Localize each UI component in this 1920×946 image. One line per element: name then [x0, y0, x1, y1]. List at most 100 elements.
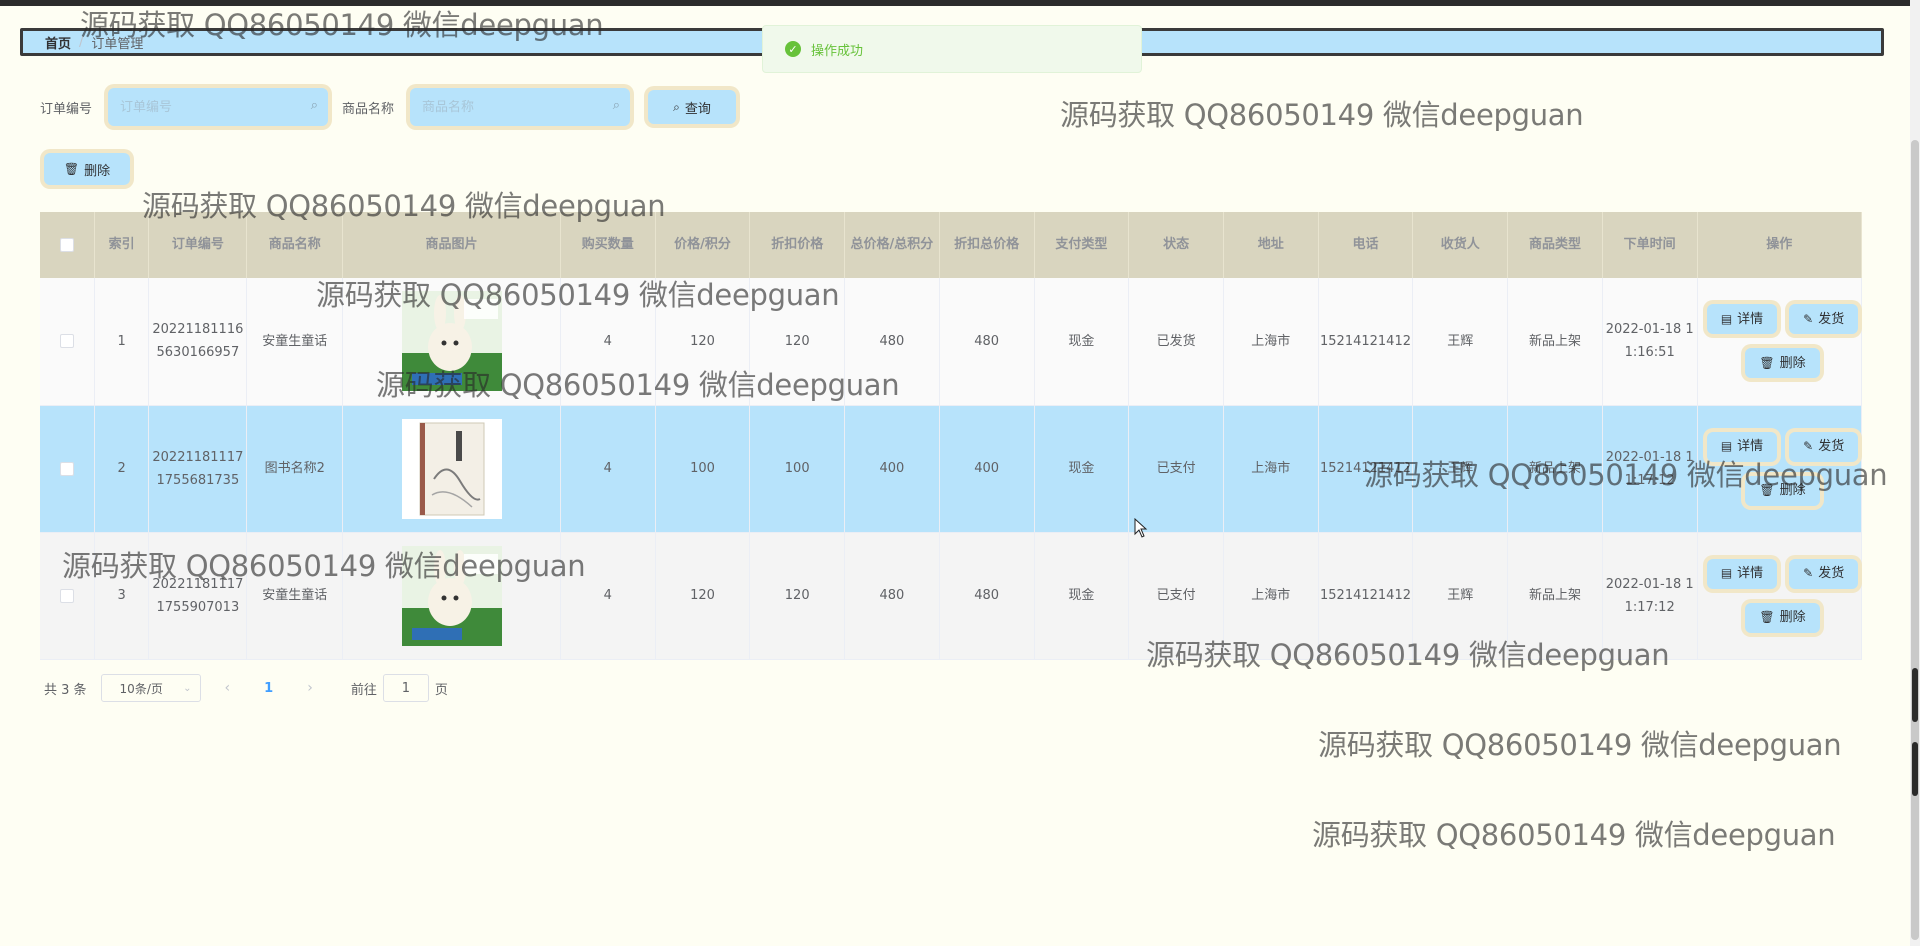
- detail-button[interactable]: ▤ 详情: [1706, 431, 1778, 462]
- row-total: 480: [844, 532, 940, 660]
- row-checkbox[interactable]: [59, 334, 74, 349]
- row-total: 400: [844, 405, 940, 533]
- header-order-no: 订单编号: [148, 212, 248, 278]
- row-product-type: 新品上架: [1507, 278, 1603, 406]
- row-phone: 15214121412: [1318, 532, 1414, 660]
- header-quantity: 购买数量: [560, 212, 656, 278]
- product-image[interactable]: [401, 418, 502, 519]
- chevron-down-icon: ⌄: [183, 682, 192, 694]
- row-total: 480: [844, 278, 940, 406]
- header-actions: 操作: [1697, 212, 1863, 278]
- detail-button[interactable]: ▤ 详情: [1706, 558, 1778, 589]
- table-row[interactable]: 1 202211811165630166957 安童生童话 4 120 120 480 480…: [40, 278, 1863, 406]
- select-all-checkbox[interactable]: [59, 237, 74, 252]
- product-name-search-icon: ⌕: [612, 98, 621, 113]
- ship-button-label: 发货: [1818, 311, 1845, 327]
- header-discount-price: 折扣价格: [749, 212, 846, 278]
- pagination-total: 共 3 条: [44, 682, 87, 698]
- side-tab-2[interactable]: [1912, 742, 1918, 796]
- row-order-no: 202211811171755907013: [148, 532, 248, 660]
- row-address: 上海市: [1223, 278, 1319, 406]
- page-number-current[interactable]: 1: [264, 681, 273, 696]
- trash-icon: 🗑: [1759, 355, 1775, 370]
- ship-button[interactable]: ✎ 发货: [1789, 558, 1859, 589]
- header-payment-type: 支付类型: [1034, 212, 1130, 278]
- row-quantity: 4: [560, 405, 656, 533]
- row-index: 3: [94, 532, 150, 660]
- row-receiver: 王辉: [1412, 278, 1509, 406]
- ship-button-label: 发货: [1818, 439, 1845, 454]
- order-no-field[interactable]: ⌕: [108, 88, 329, 126]
- side-tab-1[interactable]: [1912, 668, 1918, 722]
- header-status: 状态: [1128, 212, 1224, 278]
- next-page-button[interactable]: ›: [307, 680, 313, 696]
- product-name-input[interactable]: [422, 99, 619, 115]
- table-row[interactable]: 3 202211811171755907013 安童生童话 4 120 120 480 480…: [40, 532, 1863, 660]
- goto-page-input[interactable]: 1: [382, 674, 429, 702]
- orders-table: 索引 订单编号 商品名称 商品图片 购买数量 价格/积分 折扣价格 总价格/总积…: [40, 212, 1863, 660]
- vertical-scrollbar[interactable]: [1910, 0, 1920, 946]
- trash-icon: 🗑: [63, 162, 80, 176]
- search-icon: ⌕: [673, 99, 680, 114]
- detail-button[interactable]: ▤ 详情: [1706, 304, 1778, 335]
- order-no-label: 订单编号: [40, 101, 93, 117]
- watermark-text: 源码获取 QQ86050149 微信deepguan: [1312, 818, 1836, 852]
- batch-delete-label: 删除: [84, 163, 111, 179]
- page-size-select[interactable]: 10条/页 ⌄: [100, 674, 201, 702]
- header-order-time: 下单时间: [1602, 212, 1698, 278]
- row-product-name: 安童生童话: [246, 278, 344, 406]
- scrollbar-thumb[interactable]: [1911, 140, 1919, 940]
- row-status: 已发货: [1128, 278, 1224, 406]
- search-button-label: 查询: [684, 101, 711, 117]
- row-discount-price: 100: [749, 405, 846, 533]
- row-checkbox[interactable]: [59, 461, 74, 476]
- row-order-no: 202211811171755681735: [148, 405, 248, 533]
- watermark-text: 源码获取 QQ86050149 微信deepguan: [1060, 98, 1584, 132]
- product-image[interactable]: [401, 545, 502, 646]
- row-delete-label: 删除: [1779, 355, 1806, 371]
- row-select[interactable]: [40, 532, 95, 660]
- edit-icon: ✎: [1803, 311, 1814, 326]
- window-top-bar: [0, 0, 1920, 6]
- table-row[interactable]: 2 202211811171755681735 图书名称2 4 100 100 400 400…: [40, 405, 1863, 533]
- breadcrumb-home[interactable]: 首页: [45, 33, 71, 52]
- row-receiver: 王辉: [1412, 405, 1509, 533]
- header-phone: 电话: [1318, 212, 1414, 278]
- product-image[interactable]: [401, 291, 502, 392]
- batch-delete-button[interactable]: 🗑 删除: [44, 153, 130, 185]
- document-icon: ▤: [1720, 439, 1733, 453]
- ship-button[interactable]: ✎ 发货: [1789, 304, 1859, 335]
- row-discount-price: 120: [749, 532, 846, 660]
- edit-icon: ✎: [1803, 439, 1814, 453]
- row-checkbox[interactable]: [59, 588, 74, 603]
- toast-message: 操作成功: [811, 43, 864, 59]
- row-payment-type: 现金: [1034, 405, 1130, 533]
- search-button[interactable]: ⌕ 查询: [648, 90, 737, 124]
- row-delete-button[interactable]: 🗑 删除: [1745, 348, 1820, 379]
- row-phone: 15214121412: [1318, 278, 1414, 406]
- header-product-type: 商品类型: [1507, 212, 1603, 278]
- header-receiver: 收货人: [1412, 212, 1509, 278]
- row-select[interactable]: [40, 278, 95, 406]
- row-order-time: 2022-01-18 11:16:51: [1602, 278, 1698, 406]
- row-select[interactable]: [40, 405, 95, 533]
- detail-button-label: 详情: [1737, 311, 1764, 327]
- table-header-row: 索引 订单编号 商品名称 商品图片 购买数量 价格/积分 折扣价格 总价格/总积…: [40, 212, 1863, 278]
- trash-icon: 🗑: [1759, 610, 1775, 624]
- row-discount-total: 480: [939, 532, 1035, 660]
- row-product-image: [342, 405, 561, 533]
- row-order-time: 2022-01-18 11:17:12: [1602, 405, 1698, 533]
- header-select-all[interactable]: [40, 212, 95, 278]
- row-delete-label: 删除: [1779, 483, 1806, 498]
- row-actions: ▤ 详情 ✎ 发货 🗑 删除: [1697, 278, 1863, 406]
- product-name-field[interactable]: ⌕: [410, 88, 631, 126]
- ship-button[interactable]: ✎ 发货: [1789, 431, 1859, 462]
- search-bar: 订单编号 ⌕ 商品名称 ⌕ ⌕ 查询: [40, 88, 737, 126]
- order-no-input[interactable]: [120, 99, 317, 115]
- header-discount-total: 折扣总价格: [939, 212, 1035, 278]
- detail-button-label: 详情: [1737, 566, 1764, 581]
- prev-page-button[interactable]: ‹: [225, 680, 231, 696]
- watermark-text: 源码获取 QQ86050149 微信deepguan: [1318, 728, 1842, 762]
- row-delete-button[interactable]: 🗑 删除: [1745, 475, 1820, 506]
- row-delete-button[interactable]: 🗑 删除: [1745, 602, 1820, 633]
